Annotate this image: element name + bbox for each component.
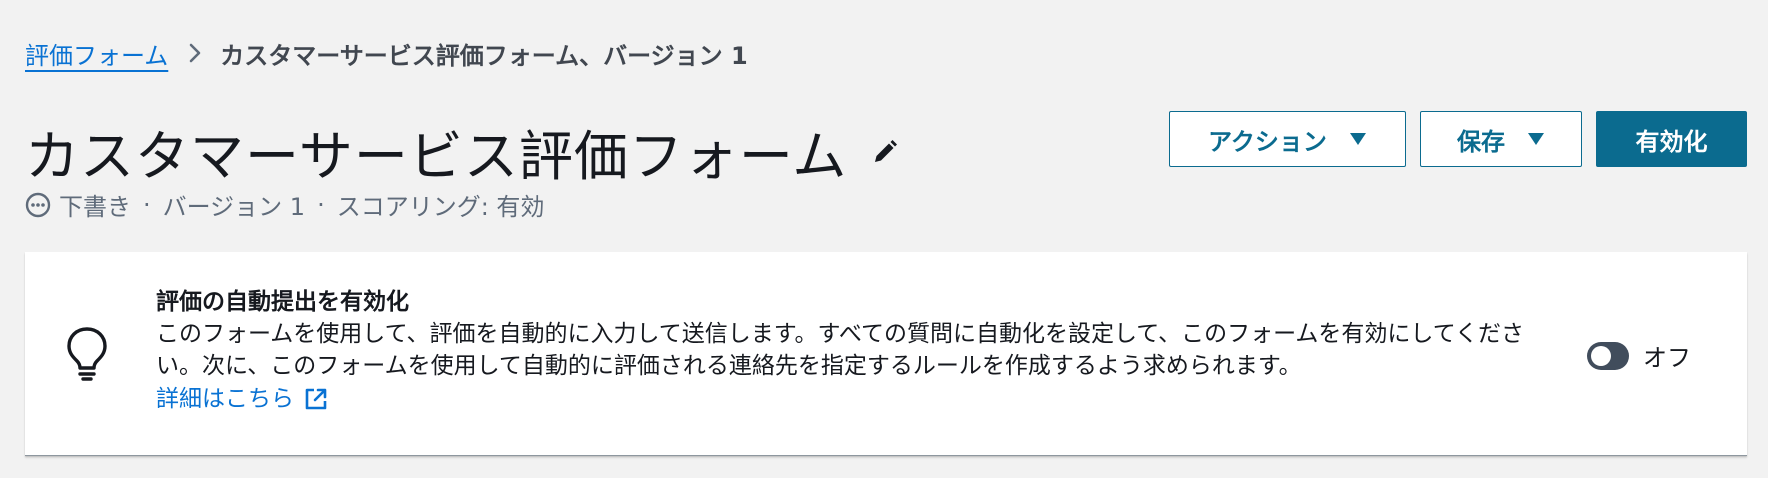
breadcrumb: 評価フォーム カスタマーサービス評価フォーム、バージョン 1 bbox=[25, 36, 748, 70]
caret-down-icon bbox=[1349, 132, 1367, 146]
chevron-right-icon bbox=[188, 42, 202, 64]
lightbulb-icon bbox=[66, 326, 108, 382]
save-button-label: 保存 bbox=[1457, 127, 1505, 156]
panel-title: 評価の自動提出を有効化 bbox=[156, 289, 409, 315]
toggle-knob bbox=[1591, 345, 1611, 366]
meta-separator: · bbox=[317, 190, 325, 219]
status-pending-icon bbox=[25, 192, 51, 218]
caret-down-icon bbox=[1527, 132, 1545, 146]
panel-description: このフォームを使用して、評価を自動的に入力して送信します。すべての質問に自動化を… bbox=[156, 321, 1525, 379]
auto-submit-toggle-wrapper: オフ bbox=[1587, 338, 1691, 373]
action-dropdown-button[interactable]: アクション bbox=[1169, 111, 1406, 167]
breadcrumb-current: カスタマーサービス評価フォーム、バージョン 1 bbox=[220, 41, 748, 70]
header-actions: アクション 保存 有効化 bbox=[1169, 111, 1747, 167]
meta-separator: · bbox=[143, 190, 151, 219]
panel-content: 評価の自動提出を有効化 このフォームを使用して、評価を自動的に入力して送信します… bbox=[156, 286, 1556, 416]
auto-submit-toggle[interactable] bbox=[1587, 341, 1629, 370]
activate-button[interactable]: 有効化 bbox=[1596, 111, 1747, 167]
status-text: 下書き bbox=[59, 193, 131, 221]
page-title: カスタマーサービス評価フォーム bbox=[25, 125, 848, 188]
breadcrumb-link-evaluation-forms[interactable]: 評価フォーム bbox=[25, 36, 168, 71]
pencil-icon[interactable] bbox=[871, 138, 899, 166]
scoring-text: スコアリング: 有効 bbox=[336, 193, 545, 221]
external-link-icon bbox=[304, 387, 328, 411]
version-text: バージョン 1 bbox=[162, 193, 306, 221]
toggle-label: オフ bbox=[1643, 344, 1691, 372]
page-header: カスタマーサービス評価フォーム bbox=[25, 112, 899, 191]
action-button-label: アクション bbox=[1208, 127, 1327, 156]
form-meta: 下書き · バージョン 1 · スコアリング: 有効 bbox=[25, 187, 544, 222]
learn-more-label: 詳細はこちら bbox=[156, 386, 294, 412]
learn-more-link[interactable]: 詳細はこちら bbox=[156, 382, 328, 416]
save-dropdown-button[interactable]: 保存 bbox=[1420, 111, 1582, 167]
auto-submit-panel: 評価の自動提出を有効化 このフォームを使用して、評価を自動的に入力して送信します… bbox=[25, 252, 1747, 456]
